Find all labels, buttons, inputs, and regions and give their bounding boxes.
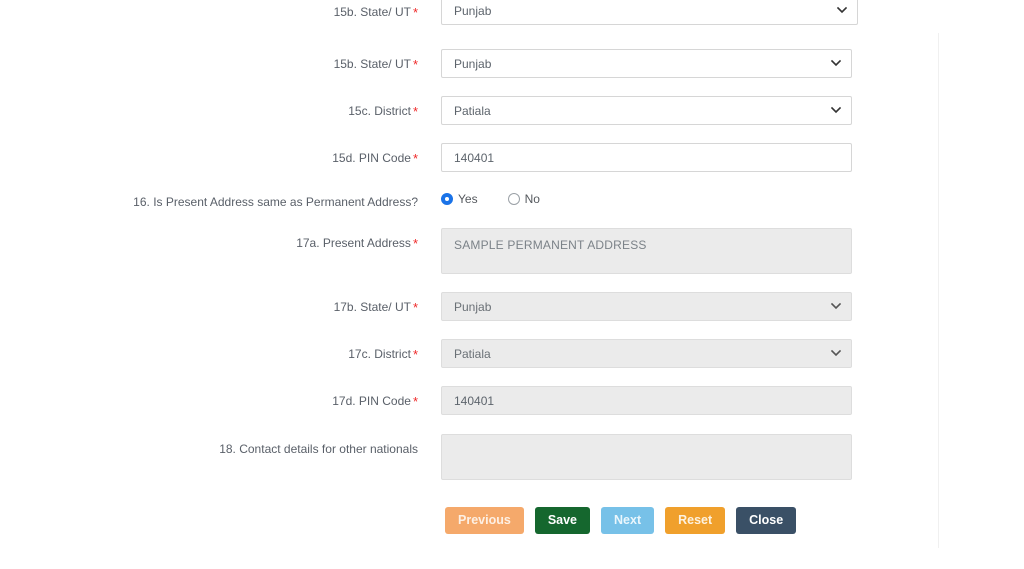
select-15b-state-ut[interactable]: Punjab [441, 49, 852, 78]
select-value: Punjab [454, 3, 492, 18]
select-value: Patiala [454, 103, 491, 118]
radio-dot-yes [441, 193, 453, 205]
field-label-17c-district: 17c. District * [0, 347, 418, 362]
field-label-15b-state-ut-top: 15b. State/ UT * [0, 5, 418, 20]
field-label-17b-state-ut: 17b. State/ UT * [0, 300, 418, 315]
save-button[interactable]: Save [534, 507, 591, 534]
previous-button[interactable]: Previous [445, 507, 524, 534]
textarea-value: SAMPLE PERMANENT ADDRESS [454, 238, 647, 252]
field-label-text: 15b. State/ UT [333, 5, 411, 19]
required-marker: * [412, 236, 418, 251]
field-wrap-15d-pin-code: 140401 [441, 143, 852, 172]
select-17c-district[interactable]: Patiala [441, 339, 852, 368]
field-label-16-present-same-as-permanent: 16. Is Present Address same as Permanent… [0, 195, 418, 210]
field-wrap-18-contact-details [441, 434, 852, 480]
radio-group-present-same-as-permanent: Yes No [441, 191, 570, 207]
required-marker: * [412, 347, 418, 362]
close-button[interactable]: Close [736, 507, 797, 534]
select-value: Punjab [454, 299, 492, 314]
field-wrap-15c-district: Patiala [441, 96, 852, 125]
radio-option-no[interactable]: No [507, 192, 540, 206]
field-label-text: 15d. PIN Code [332, 151, 411, 165]
field-label-text: 17d. PIN Code [332, 394, 411, 408]
next-button[interactable]: Next [601, 507, 655, 534]
field-label-15d-pin-code: 15d. PIN Code * [0, 151, 418, 166]
required-marker: * [412, 57, 418, 72]
required-marker: * [412, 300, 418, 315]
required-marker: * [412, 104, 418, 119]
chevron-down-icon [837, 5, 847, 14]
chevron-down-icon [831, 301, 841, 310]
input-value: 140401 [454, 150, 495, 165]
required-marker: * [412, 151, 418, 166]
field-label-18-contact-details: 18. Contact details for other nationals [0, 442, 418, 457]
field-label-text: 17b. State/ UT [333, 300, 411, 314]
form-page: 15b. State/ UT * Punjab 15b. State/ UT * P… [0, 0, 1024, 569]
required-marker: * [412, 5, 418, 20]
field-label-text: 15c. District [348, 104, 411, 118]
field-wrap-17b-state-ut: Punjab [441, 292, 852, 321]
input-value: 140401 [454, 393, 495, 408]
field-label-text: 18. Contact details for other nationals [219, 442, 418, 456]
form-button-bar: Previous Save Next Reset Close [445, 507, 797, 534]
radio-label-no: No [524, 192, 540, 206]
chevron-down-icon [831, 348, 841, 357]
radio-option-yes[interactable]: Yes [441, 192, 478, 206]
select-value: Punjab [454, 56, 492, 71]
reset-button[interactable]: Reset [665, 507, 726, 534]
textarea-18-contact-details[interactable] [441, 434, 852, 480]
field-label-text: 16. Is Present Address same as Permanent… [133, 195, 418, 209]
select-value: Patiala [454, 346, 491, 361]
select-17b-state-ut[interactable]: Punjab [441, 292, 852, 321]
radio-dot-no [507, 193, 520, 205]
field-label-text: 17a. Present Address [296, 236, 411, 250]
input-15d-pin-code[interactable]: 140401 [441, 143, 852, 172]
select-15b-state-ut-top[interactable]: Punjab [441, 0, 858, 25]
chevron-down-icon [831, 105, 841, 114]
field-label-15b-state-ut: 15b. State/ UT * [0, 57, 418, 72]
input-17d-pin-code[interactable]: 140401 [441, 386, 852, 415]
field-label-17a-present-address: 17a. Present Address * [0, 236, 418, 251]
field-label-text: 15b. State/ UT [333, 57, 411, 71]
panel-divider [938, 33, 939, 548]
field-wrap-17a-present-address: SAMPLE PERMANENT ADDRESS [441, 228, 852, 274]
field-wrap-16-present-same-as-permanent: Yes No [441, 191, 570, 207]
field-label-17d-pin-code: 17d. PIN Code * [0, 394, 418, 409]
field-wrap-15b-state-ut: Punjab [441, 49, 852, 78]
select-15c-district[interactable]: Patiala [441, 96, 852, 125]
chevron-down-icon [831, 58, 841, 67]
field-wrap-15b-state-ut-top: Punjab [441, 0, 858, 25]
field-label-text: 17c. District [348, 347, 411, 361]
required-marker: * [412, 394, 418, 409]
radio-label-yes: Yes [458, 192, 478, 206]
field-label-15c-district: 15c. District * [0, 104, 418, 119]
field-wrap-17c-district: Patiala [441, 339, 852, 368]
field-wrap-17d-pin-code: 140401 [441, 386, 852, 415]
textarea-17a-present-address[interactable]: SAMPLE PERMANENT ADDRESS [441, 228, 852, 274]
